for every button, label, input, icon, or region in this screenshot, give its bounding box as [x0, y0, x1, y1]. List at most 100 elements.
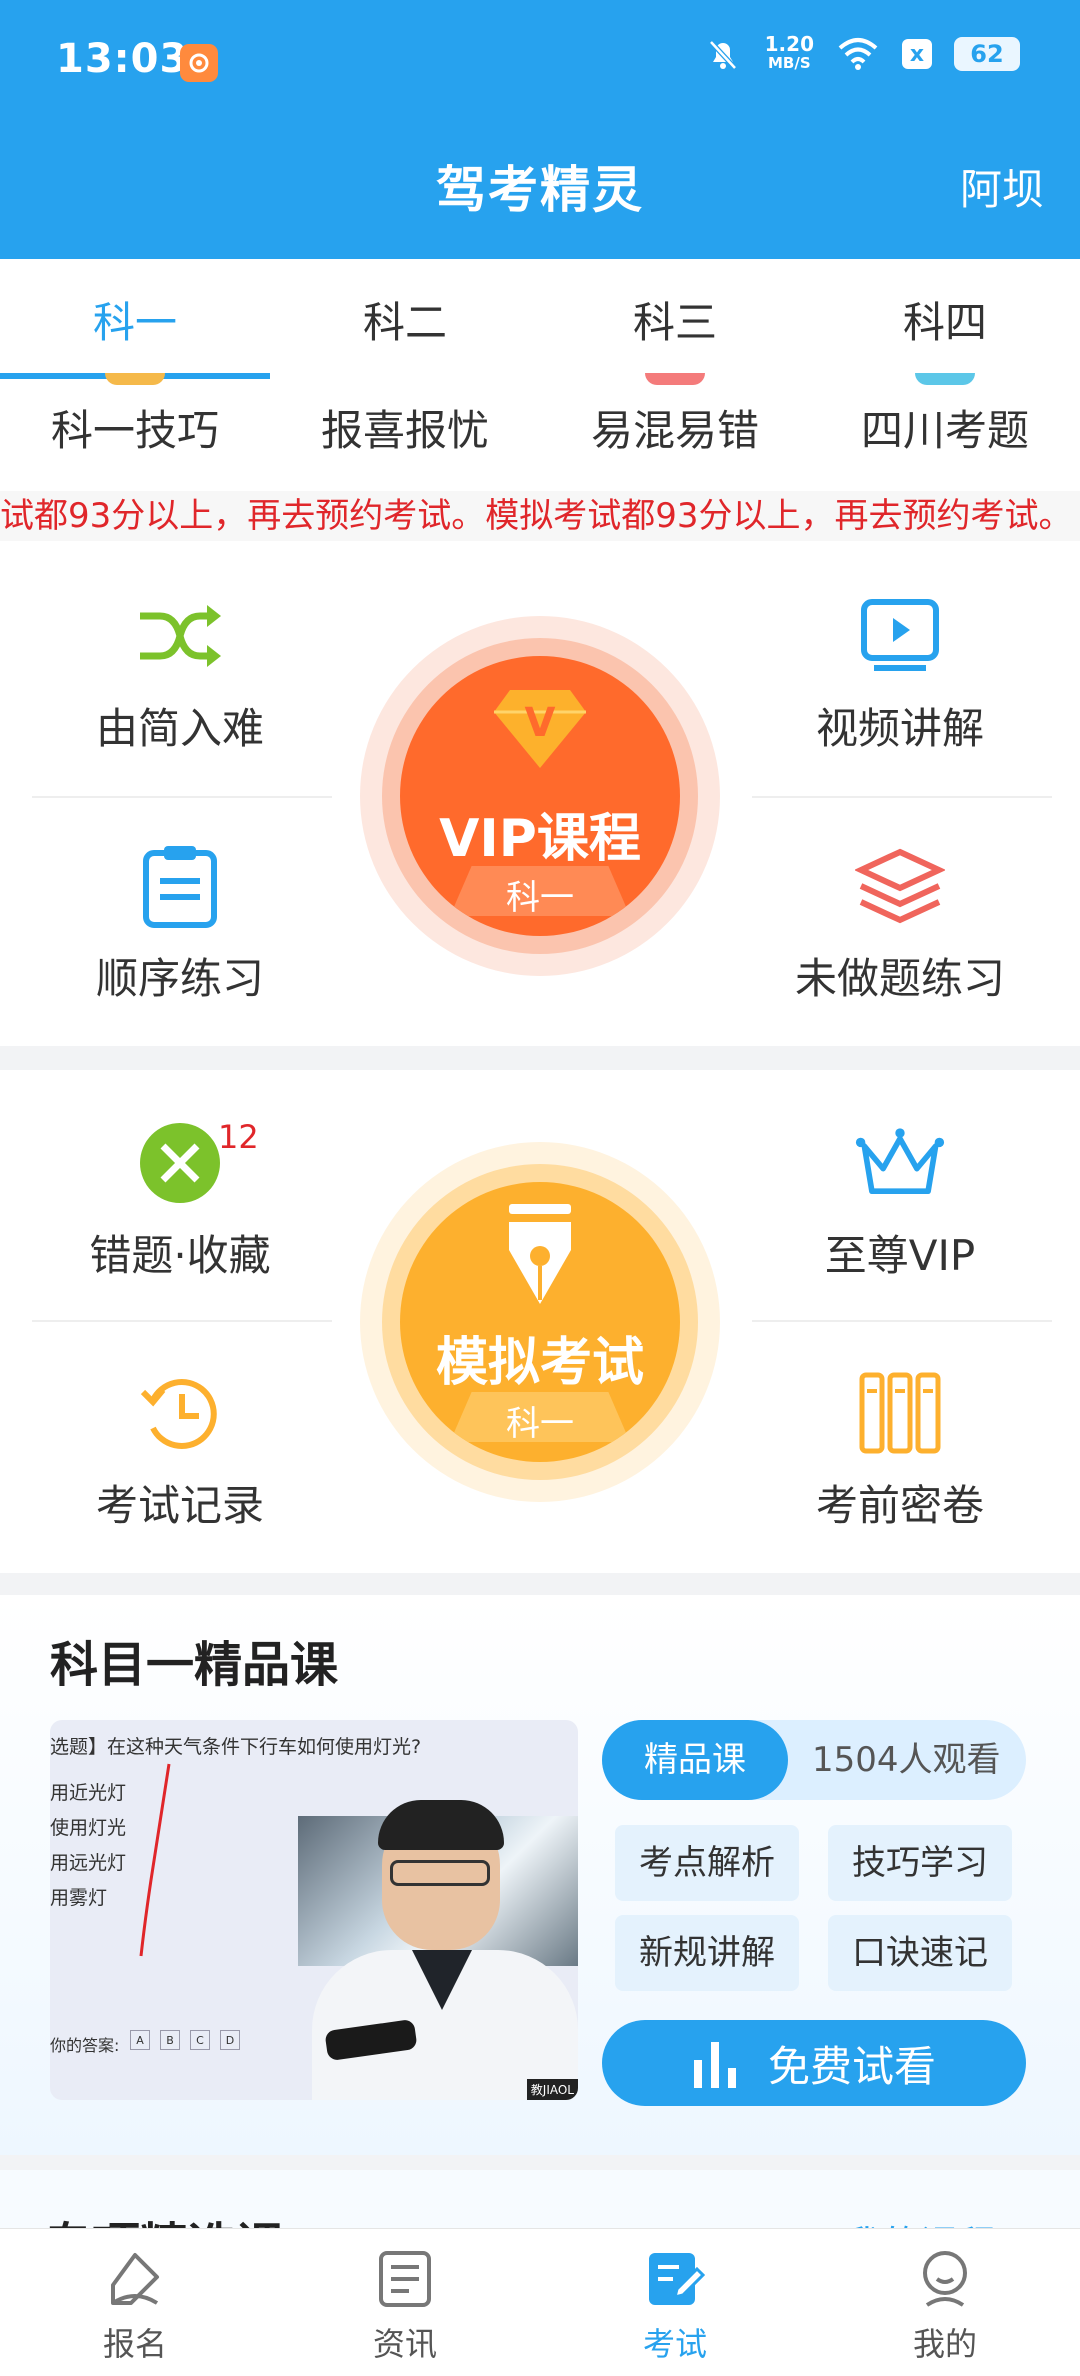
tab-subject-2[interactable]: 科二	[270, 259, 540, 379]
divider	[752, 1320, 1052, 1322]
nav-profile[interactable]: 我的	[810, 2229, 1080, 2376]
answer-choice-boxes: A B C D	[130, 2030, 240, 2050]
bar-chart-icon	[693, 2042, 736, 2088]
video-play-icon	[855, 591, 945, 681]
notice-marquee: 试都93分以上，再去预约考试。模拟考试都93分以上，再去预约考试。	[0, 491, 1080, 541]
section-title: 科目一精品课	[50, 1637, 339, 1693]
vip-subject-label: 科一	[506, 878, 574, 918]
net-speed-value: 1.20	[764, 32, 814, 56]
answer-choice: B	[160, 2030, 180, 2050]
sequential-practice-button[interactable]: 顺序练习	[30, 841, 330, 1006]
layers-icon	[855, 841, 945, 931]
crown-icon	[855, 1118, 945, 1208]
subject-tabs: 科一 科二 科三 科四	[0, 259, 1080, 379]
free-preview-label: 免费试看	[767, 2041, 936, 2091]
secret-papers-button[interactable]: 考前密卷	[750, 1368, 1050, 1533]
quick-link-tips[interactable]: 科一技巧	[0, 373, 270, 491]
vip-course-label: VIP课程	[439, 809, 641, 869]
easy-to-hard-button[interactable]: 由简入难	[30, 591, 330, 756]
premium-course-section: 科目一精品课 选题】在这种天气条件下行车如何使用灯光? 用近光灯 使用灯光 用远…	[0, 1595, 1080, 2155]
instructor-image	[312, 1800, 578, 2100]
nav-news[interactable]: 资讯	[270, 2229, 540, 2376]
viewers-count: 1504人观看	[812, 1740, 1001, 1780]
books-icon	[855, 1368, 945, 1458]
tab-subject-1[interactable]: 科一	[0, 259, 270, 379]
supreme-vip-button[interactable]: 至尊VIP	[750, 1118, 1050, 1283]
secret-papers-label: 考前密卷	[815, 1481, 984, 1530]
premium-course-tag[interactable]: 精品课	[602, 1720, 788, 1800]
quick-link-local[interactable]: 四川考题	[810, 373, 1080, 491]
video-option: 用雾灯	[50, 1887, 108, 1909]
app-screen: 13:03 1.20 MB/S x 62 驾考精灵 阿坝 科一 科二 科三 科四…	[0, 0, 1080, 2376]
status-icons: 1.20 MB/S x 62	[703, 34, 1020, 74]
exam-edit-icon	[643, 2247, 707, 2311]
mock-exam-button[interactable]: 模拟考试 科一	[360, 1142, 720, 1502]
answer-choice: A	[130, 2030, 150, 2050]
network-speed: 1.20 MB/S	[764, 32, 814, 73]
vip-course-button[interactable]: V VIP课程 科一	[360, 616, 720, 976]
answer-choice: D	[220, 2030, 240, 2050]
notification-app-icon	[180, 44, 218, 82]
battery-indicator: 62	[954, 37, 1020, 71]
vip-core: V VIP课程 科一	[400, 656, 680, 936]
shuffle-icon	[135, 591, 225, 681]
annotation-stroke	[139, 1763, 171, 1957]
video-option: 用远光灯	[50, 1852, 127, 1874]
top-bar: 13:03 1.20 MB/S x 62 驾考精灵 阿坝	[0, 0, 1080, 259]
fountain-pen-icon	[509, 1204, 571, 1304]
quick-link-label: 四川考题	[860, 406, 1029, 455]
easy-to-hard-label: 由简入难	[95, 704, 264, 753]
mistakes-favorites-button[interactable]: 12 错题·收藏	[30, 1118, 330, 1283]
city-selector[interactable]: 阿坝	[960, 156, 1044, 217]
free-preview-button[interactable]: 免费试看	[602, 2020, 1026, 2106]
vip-letter: V	[524, 700, 556, 746]
net-speed-unit: MB/S	[767, 54, 811, 72]
nav-exam[interactable]: 考试	[540, 2229, 810, 2376]
chip-mnemonics[interactable]: 口诀速记	[828, 1915, 1012, 1991]
user-avatar-icon	[913, 2247, 977, 2311]
quick-link-label: 报喜报忧	[320, 406, 489, 455]
unanswered-practice-button[interactable]: 未做题练习	[750, 841, 1050, 1006]
course-meta-pill: 精品课 1504人观看	[602, 1720, 1026, 1800]
sequential-practice-label: 顺序练习	[95, 954, 264, 1003]
nav-register[interactable]: 报名	[0, 2229, 270, 2376]
quick-link-label: 易混易错	[590, 406, 759, 455]
video-answer-label: 你的答案:	[50, 2036, 120, 2055]
vip-ring: V VIP课程 科一	[382, 638, 698, 954]
clipboard-icon	[135, 841, 225, 931]
mistakes-favorites-label: 错题·收藏	[89, 1231, 271, 1280]
mute-bell-icon	[708, 40, 737, 70]
quick-link-label: 科一技巧	[50, 406, 219, 455]
chip-new-rules[interactable]: 新规讲解	[615, 1915, 799, 1991]
wifi-icon	[838, 38, 878, 70]
video-watermark: 教JIAOL	[526, 2079, 578, 2100]
video-option: 使用灯光	[50, 1817, 127, 1839]
video-question: 选题】在这种天气条件下行车如何使用灯光?	[50, 1736, 422, 1758]
video-option: 用近光灯	[50, 1782, 127, 1804]
mock-exam-ring: 模拟考试 科一	[382, 1164, 698, 1480]
pen-sign-icon	[103, 2247, 167, 2311]
chip-key-points[interactable]: 考点解析	[615, 1825, 799, 1901]
divider	[32, 796, 332, 798]
video-explain-button[interactable]: 视频讲解	[750, 591, 1050, 756]
video-explain-label: 视频讲解	[815, 704, 984, 753]
mistakes-count-badge: 12	[218, 1118, 259, 1156]
quick-link-news[interactable]: 报喜报忧	[270, 379, 540, 491]
quick-links: 科一技巧 报喜报忧 易混易错 四川考题	[0, 373, 1080, 491]
nav-register-label: 报名	[102, 2325, 167, 2363]
tab-subject-4[interactable]: 科四	[810, 259, 1080, 379]
divider	[32, 1320, 332, 1322]
bottom-nav: 报名 资讯 考试 我的	[0, 2228, 1080, 2376]
exam-card: 12 错题·收藏 至尊VIP 考试记录 考前密卷 模拟考试 科一	[0, 1070, 1080, 1573]
exam-records-button[interactable]: 考试记录	[30, 1368, 330, 1533]
news-document-icon	[373, 2247, 437, 2311]
chip-skill-learning[interactable]: 技巧学习	[828, 1825, 1012, 1901]
course-video-thumbnail[interactable]: 选题】在这种天气条件下行车如何使用灯光? 用近光灯 使用灯光 用远光灯 用雾灯 …	[50, 1720, 578, 2100]
mock-exam-label: 模拟考试	[435, 1333, 644, 1393]
tab-subject-3[interactable]: 科三	[540, 259, 810, 379]
divider	[752, 796, 1052, 798]
answer-choice: C	[190, 2030, 210, 2050]
wrong-answer-icon	[135, 1118, 225, 1208]
sim-x-icon: x	[902, 39, 932, 69]
quick-link-confusing[interactable]: 易混易错	[540, 373, 810, 491]
